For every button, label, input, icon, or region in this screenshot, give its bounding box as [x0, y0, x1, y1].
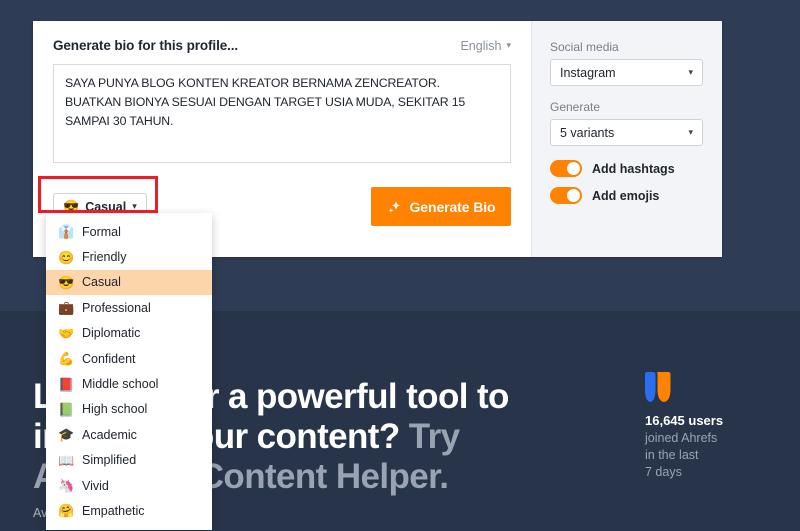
tone-menu-item-label: High school — [82, 402, 148, 417]
page-root: Generate bio for this profile... English… — [0, 0, 800, 531]
tone-menu-item-emoji-icon: 😊 — [58, 249, 75, 265]
tone-menu-item-label: Academic — [82, 427, 137, 442]
tone-menu-item[interactable]: 😊 Friendly — [46, 244, 212, 269]
tone-menu-item[interactable]: 📕 Middle school — [46, 371, 212, 396]
generate-bio-label: Generate Bio — [409, 198, 496, 215]
chevron-down-icon: ▾ — [506, 39, 511, 50]
tone-dropdown-menu[interactable]: 👔 Formal 😊 Friendly 😎 Casual 💼 Professional 🤝 Dip… — [46, 213, 212, 530]
tone-menu-item[interactable]: 😎 Casual — [46, 269, 212, 296]
tone-menu-item-emoji-icon: 📕 — [58, 376, 75, 392]
add-emojis-label: Add emojis — [592, 188, 660, 203]
stats-user-count: 16,645 users — [645, 413, 724, 428]
tone-menu-item-label: Middle school — [82, 377, 159, 392]
prompt-input[interactable] — [53, 64, 511, 163]
tone-menu-item-label: Formal — [82, 224, 121, 239]
tone-select-label: Casual — [85, 199, 127, 214]
stats-line-4: 7 days — [645, 465, 682, 479]
generate-count-label: Generate — [550, 100, 601, 114]
ahrefs-logo-icon — [645, 372, 687, 402]
tone-menu-item-emoji-icon: 🤝 — [58, 325, 75, 341]
tone-menu-item-label: Professional — [82, 300, 151, 315]
tone-menu-item[interactable]: 📗 High school — [46, 397, 212, 422]
generate-count-value: 5 variants — [560, 125, 615, 140]
tone-menu-item[interactable]: 📖 Simplified — [46, 448, 212, 473]
tone-menu-item[interactable]: 🦄 Vivid — [46, 473, 212, 498]
generate-bio-button[interactable]: Generate Bio — [371, 187, 511, 226]
tone-menu-item-emoji-icon: 💪 — [58, 351, 75, 367]
chevron-down-icon: ▾ — [132, 201, 137, 211]
generator-settings-panel: Social media Instagram ▾ Generate 5 vari… — [531, 21, 722, 257]
tone-menu-item-emoji-icon: 🤗 — [58, 503, 75, 519]
generate-count-select[interactable]: 5 variants ▾ — [550, 119, 703, 146]
add-emojis-toggle-row[interactable]: Add emojis — [550, 187, 704, 204]
tone-menu-item[interactable]: 💪 Confident — [46, 346, 212, 371]
tone-menu-item-label: Empathetic — [82, 503, 145, 518]
add-hashtags-toggle-row[interactable]: Add hashtags — [550, 160, 704, 177]
chevron-down-icon: ▾ — [688, 67, 693, 77]
tone-menu-item[interactable]: 🤝 Diplomatic — [46, 321, 212, 346]
stats-block: 16,645 users joined Ahrefs in the last 7… — [645, 372, 755, 481]
chevron-down-icon: ▾ — [688, 127, 693, 137]
social-media-select[interactable]: Instagram ▾ — [550, 59, 703, 86]
tone-menu-item-emoji-icon: 😎 — [58, 274, 75, 290]
hero-line-2-muted: Try — [408, 417, 460, 456]
tone-menu-item[interactable]: 🎓 Academic — [46, 422, 212, 447]
tone-menu-item-emoji-icon: 📗 — [58, 401, 75, 417]
add-emojis-toggle[interactable] — [550, 187, 582, 204]
sparkle-icon — [387, 200, 402, 215]
tone-menu-item-label: Friendly — [82, 250, 127, 265]
tone-menu-item-label: Confident — [82, 351, 136, 366]
social-media-value: Instagram — [560, 65, 616, 80]
tone-menu-item-emoji-icon: 💼 — [58, 300, 75, 316]
tone-menu-item[interactable]: 💼 Professional — [46, 295, 212, 320]
tone-menu-item-emoji-icon: 👔 — [58, 224, 75, 240]
tone-menu-item-label: Simplified — [82, 453, 137, 468]
stats-line-3: in the last — [645, 448, 699, 462]
tone-menu-item-label: Casual — [82, 275, 121, 290]
language-select-value: English — [460, 39, 502, 53]
stats-line-2: joined Ahrefs — [645, 431, 718, 445]
tone-menu-item[interactable]: 👔 Formal — [46, 219, 212, 244]
social-media-label: Social media — [550, 40, 619, 54]
add-hashtags-toggle[interactable] — [550, 160, 582, 177]
tone-menu-item-emoji-icon: 🎓 — [58, 427, 75, 443]
sunglasses-emoji-icon: 😎 — [63, 199, 80, 214]
tone-menu-item-emoji-icon: 📖 — [58, 452, 75, 468]
tone-menu-item-label: Vivid — [82, 478, 109, 493]
tone-menu-item[interactable]: 🤗 Empathetic — [46, 498, 212, 523]
tone-menu-item-label: Diplomatic — [82, 326, 141, 341]
tone-menu-item-emoji-icon: 🦄 — [58, 478, 75, 494]
generator-header: Generate bio for this profile... English… — [53, 38, 511, 53]
language-select[interactable]: English ▾ — [460, 39, 511, 53]
card-title: Generate bio for this profile... — [53, 38, 239, 53]
add-hashtags-label: Add hashtags — [592, 161, 675, 176]
